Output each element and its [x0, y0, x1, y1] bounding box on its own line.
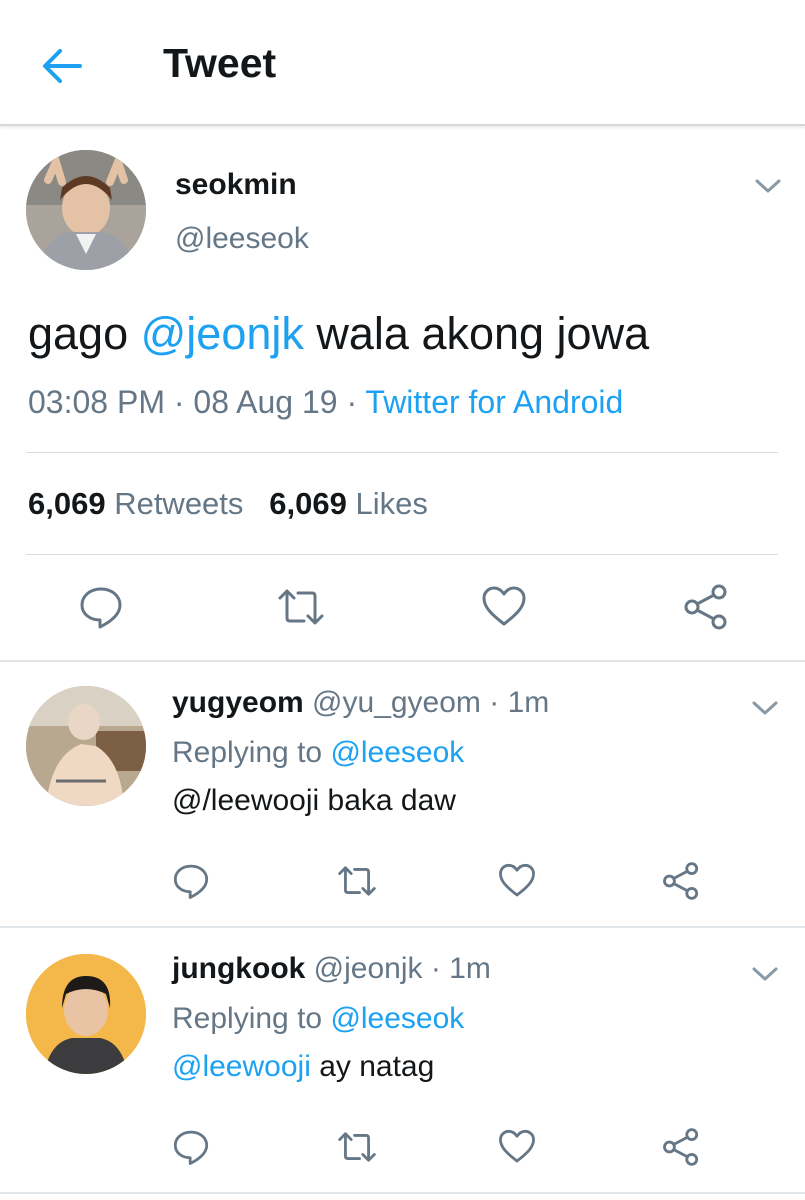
replying-to: Replying to @leeseok	[172, 1002, 464, 1036]
reply-button[interactable]	[172, 862, 210, 900]
like-icon	[499, 863, 535, 897]
retweets-stat[interactable]: 6,069 Retweets	[28, 486, 243, 521]
tweet-text-part: wala akong jowa	[303, 308, 650, 359]
reply-tweet[interactable]: yugyeom @yu_gyeom · 1m Replying to @lees…	[0, 662, 805, 928]
retweet-button[interactable]	[276, 584, 324, 630]
mention-link[interactable]: @jeonjk	[141, 308, 304, 359]
reply-text-part: @/leewooji baka daw	[172, 784, 456, 817]
main-tweet: seokmin @leeseok gago @jeonjk wala akong…	[0, 128, 805, 662]
avatar[interactable]	[26, 150, 146, 270]
replying-to: Replying to @leeseok	[172, 736, 464, 770]
author-name[interactable]: yugyeom	[172, 686, 304, 719]
like-icon	[499, 1129, 535, 1163]
retweets-count: 6,069	[28, 486, 106, 521]
reply-header: jungkook @jeonjk · 1m	[172, 952, 491, 986]
tweet-text: gago @jeonjk wala akong jowa	[28, 308, 649, 360]
chevron-down-icon	[752, 701, 778, 715]
tweet-meta: 03:08 PM · 08 Aug 19 · Twitter for Andro…	[28, 384, 623, 421]
back-button[interactable]	[40, 44, 84, 88]
divider	[26, 452, 778, 453]
share-button[interactable]	[662, 862, 700, 900]
more-options-button[interactable]	[753, 176, 783, 196]
reply-tweet[interactable]: jungkook @jeonjk · 1m Replying to @leese…	[0, 928, 805, 1194]
page-title: Tweet	[163, 40, 277, 86]
like-button[interactable]	[481, 584, 527, 630]
retweet-button[interactable]	[336, 1128, 376, 1166]
like-icon	[482, 586, 526, 626]
like-button[interactable]	[498, 1128, 536, 1166]
retweet-icon	[338, 866, 376, 896]
divider	[26, 554, 778, 555]
tweet-text-part: gago	[28, 308, 141, 359]
share-icon	[663, 862, 699, 900]
reply-icon	[173, 1130, 209, 1165]
reply-text: @leewooji ay natag	[172, 1050, 434, 1084]
author-name[interactable]: seokmin	[175, 168, 297, 202]
replying-to-label: Replying to	[172, 736, 331, 769]
mention-link[interactable]: @leeseok	[330, 736, 464, 769]
avatar[interactable]	[26, 686, 146, 806]
chevron-down-icon	[755, 179, 781, 193]
mention-link[interactable]: @leeseok	[330, 1002, 464, 1035]
reply-header: yugyeom @yu_gyeom · 1m	[172, 686, 549, 720]
chevron-down-icon	[752, 967, 778, 981]
timestamp: 03:08 PM · 08 Aug 19 ·	[28, 384, 366, 420]
replying-to-label: Replying to	[172, 1002, 331, 1035]
likes-stat[interactable]: 6,069 Likes	[269, 486, 428, 521]
share-button[interactable]	[662, 1128, 700, 1166]
share-button[interactable]	[683, 584, 729, 630]
likes-count: 6,069	[269, 486, 347, 521]
reply-text-part: ay natag	[310, 1050, 435, 1083]
more-options-button[interactable]	[750, 698, 780, 718]
author-handle-time: @jeonjk · 1m	[305, 952, 491, 985]
tweet-stats: 6,069 Retweets 6,069 Likes	[28, 486, 428, 522]
retweets-label: Retweets	[105, 486, 244, 521]
more-options-button[interactable]	[750, 964, 780, 984]
reply-button[interactable]	[78, 584, 124, 630]
like-button[interactable]	[498, 862, 536, 900]
reply-icon	[80, 587, 122, 629]
reply-text: @/leewooji baka daw	[172, 784, 456, 818]
author-handle[interactable]: @leeseok	[175, 222, 309, 256]
avatar[interactable]	[26, 954, 146, 1074]
author-name[interactable]: jungkook	[172, 952, 305, 985]
share-icon	[684, 584, 727, 630]
reply-button[interactable]	[172, 1128, 210, 1166]
retweet-icon	[278, 589, 324, 625]
retweet-button[interactable]	[336, 862, 376, 900]
author-handle-time: @yu_gyeom · 1m	[303, 686, 550, 719]
likes-label: Likes	[346, 486, 428, 521]
share-icon	[663, 1128, 699, 1166]
mention-link[interactable]: @leewooji	[172, 1050, 311, 1083]
arrow-left-icon	[43, 49, 82, 83]
reply-icon	[173, 864, 209, 899]
top-bar: Tweet	[0, 0, 805, 126]
retweet-icon	[338, 1132, 376, 1162]
source-link[interactable]: Twitter for Android	[365, 384, 623, 420]
